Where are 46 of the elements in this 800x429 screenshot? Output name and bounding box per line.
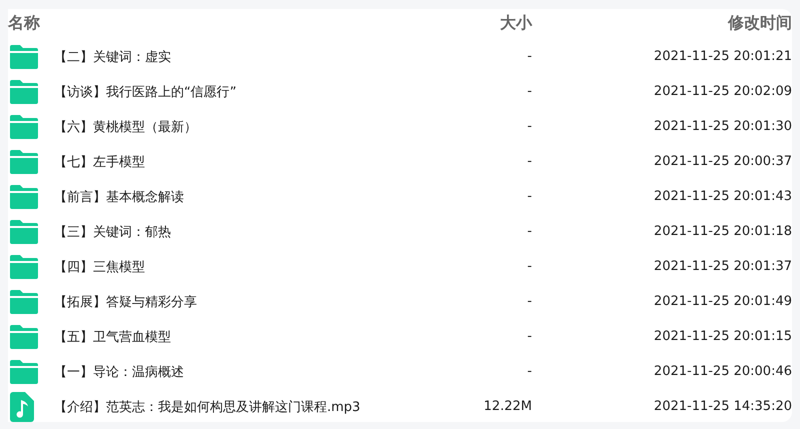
file-size: - bbox=[526, 294, 532, 309]
file-name[interactable]: 【介绍】范英志：我是如何构思及讲解这门课程.mp3 bbox=[54, 398, 412, 416]
modified-time: 2021-11-25 20:01:43 bbox=[652, 189, 792, 204]
folder-icon bbox=[10, 150, 38, 174]
folder-icon bbox=[10, 184, 38, 208]
file-size: - bbox=[526, 189, 532, 204]
file-name[interactable]: 【三】关键词：郁热 bbox=[54, 222, 412, 240]
file-size: - bbox=[526, 364, 532, 379]
folder-icon bbox=[10, 290, 38, 314]
folder-icon bbox=[10, 324, 38, 348]
modified-time: 2021-11-25 20:01:21 bbox=[652, 49, 792, 64]
file-size: - bbox=[526, 329, 532, 344]
modified-time: 2021-11-25 20:01:37 bbox=[652, 259, 792, 274]
modified-time: 2021-11-25 20:01:30 bbox=[652, 119, 792, 134]
file-size: - bbox=[526, 259, 532, 274]
folder-icon bbox=[10, 44, 38, 68]
modified-time: 2021-11-25 14:35:20 bbox=[652, 399, 792, 414]
file-size: - bbox=[526, 154, 532, 169]
file-name[interactable]: 【六】黄桃模型（最新） bbox=[54, 118, 412, 136]
file-name[interactable]: 【一】导论：温病概述 bbox=[54, 362, 412, 380]
folder-icon bbox=[10, 220, 38, 244]
file-name[interactable]: 【拓展】答疑与精彩分享 bbox=[54, 292, 412, 310]
folder-icon bbox=[10, 360, 38, 384]
modified-time: 2021-11-25 20:01:15 bbox=[652, 329, 792, 344]
modified-time: 2021-11-25 20:01:18 bbox=[652, 224, 792, 239]
modified-time: 2021-11-25 20:01:49 bbox=[652, 294, 792, 309]
folder-icon bbox=[10, 254, 38, 278]
file-name[interactable]: 【五】卫气营血模型 bbox=[54, 328, 412, 346]
file-name[interactable]: 【四】三焦模型 bbox=[54, 258, 412, 276]
modified-time: 2021-11-25 20:02:09 bbox=[652, 84, 792, 99]
folder-icon bbox=[10, 80, 38, 104]
file-size: - bbox=[526, 84, 532, 99]
file-size: - bbox=[526, 49, 532, 64]
column-header[interactable]: 大小 bbox=[412, 12, 532, 34]
modified-time: 2021-11-25 20:00:37 bbox=[652, 154, 792, 169]
file-size: - bbox=[526, 224, 532, 239]
file-name[interactable]: 【二】关键词：虚实 bbox=[54, 48, 412, 66]
column-header[interactable]: 名称 bbox=[8, 12, 412, 34]
file-size: - bbox=[526, 119, 532, 134]
file-name[interactable]: 【七】左手模型 bbox=[54, 152, 412, 170]
column-header[interactable]: 修改时间 bbox=[532, 12, 792, 34]
file-size: 12.22M bbox=[482, 399, 532, 414]
file-name[interactable]: 【前言】基本概念解读 bbox=[54, 188, 412, 206]
folder-icon bbox=[10, 114, 38, 138]
modified-time: 2021-11-25 20:00:46 bbox=[652, 364, 792, 379]
file-name[interactable]: 【访谈】我行医路上的“信愿行” bbox=[54, 82, 412, 100]
